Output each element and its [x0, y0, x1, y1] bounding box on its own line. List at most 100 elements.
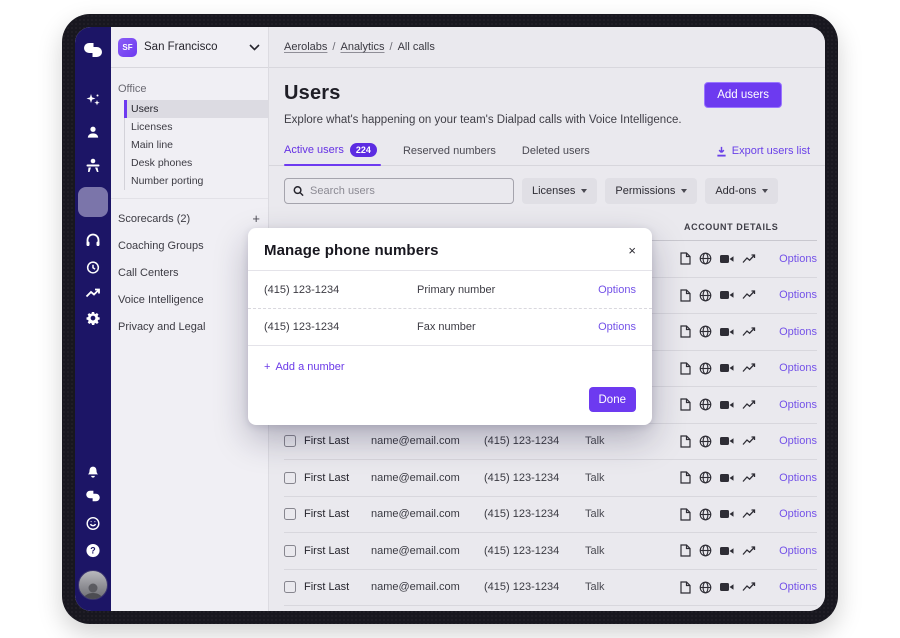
row-checkbox[interactable]	[284, 472, 296, 484]
page-header: Users Explore what's happening on your t…	[269, 68, 825, 126]
row-options-link[interactable]: Options	[779, 508, 817, 520]
trending-icon[interactable]	[85, 287, 101, 299]
add-users-button[interactable]: Add users	[704, 82, 782, 108]
row-checkbox[interactable]	[284, 508, 296, 520]
file-icon	[680, 581, 691, 594]
row-options-link[interactable]: Options	[779, 435, 817, 447]
globe-icon	[699, 581, 712, 594]
front-desk-icon[interactable]	[85, 158, 101, 173]
sidebar-item-privacy-legal[interactable]: Privacy and Legal	[111, 313, 268, 340]
user-name: First Last	[300, 508, 371, 520]
page-subtitle: Explore what's happening on your team's …	[284, 114, 810, 126]
row-options-link[interactable]: Options	[779, 362, 817, 374]
user-email: name@email.com	[371, 581, 484, 593]
modal-title: Manage phone numbers	[264, 242, 628, 259]
user-avatar[interactable]	[78, 570, 108, 600]
video-icon	[720, 436, 734, 446]
row-options-link[interactable]: Options	[779, 289, 817, 301]
tab-deleted-users[interactable]: Deleted users	[522, 145, 590, 165]
row-checkbox[interactable]	[284, 545, 296, 557]
history-icon[interactable]	[86, 260, 101, 275]
account-detail-icons	[680, 362, 756, 375]
svg-text:?: ?	[90, 546, 95, 556]
headset-icon[interactable]	[85, 232, 101, 248]
active-section-indicator[interactable]	[78, 187, 108, 217]
globe-icon	[699, 325, 712, 338]
row-options-link[interactable]: Options	[779, 472, 817, 484]
close-icon[interactable]: ×	[628, 244, 636, 257]
row-checkbox[interactable]	[284, 581, 296, 593]
video-icon	[720, 254, 734, 264]
account-detail-icons	[680, 289, 756, 302]
phone-number-row: (415) 123-1234 Fax number Options	[248, 308, 652, 345]
sidebar-item-desk-phones[interactable]: Desk phones	[125, 154, 268, 172]
row-checkbox[interactable]	[284, 435, 296, 447]
user-license: Talk	[585, 435, 680, 447]
video-icon	[720, 327, 734, 337]
dialpad-small-icon[interactable]	[85, 490, 101, 502]
phone-number-list: (415) 123-1234 Primary number Options (4…	[248, 271, 652, 346]
analytics-icon	[742, 509, 756, 519]
user-email: name@email.com	[371, 472, 484, 484]
row-options-link[interactable]: Options	[779, 326, 817, 338]
sidebar-item-scorecards[interactable]: Scorecards (2) +	[111, 205, 268, 232]
add-number-link[interactable]: + Add a number	[264, 361, 345, 373]
user-name: First Last	[300, 545, 371, 557]
search-users-input[interactable]	[310, 185, 505, 197]
tabs: Active users 224 Reserved numbers Delete…	[269, 142, 825, 166]
video-icon	[720, 546, 734, 556]
licenses-filter-button[interactable]: Licenses	[522, 178, 597, 204]
user-email: name@email.com	[371, 508, 484, 520]
breadcrumb-analytics[interactable]: Analytics	[340, 41, 384, 53]
filter-bar: Licenses Permissions Add-ons	[269, 166, 825, 214]
icon-rail: ?	[75, 27, 111, 611]
user-icon[interactable]	[86, 125, 101, 140]
row-options-link[interactable]: Options	[779, 253, 817, 265]
sidebar-item-coaching-groups[interactable]: Coaching Groups	[111, 232, 268, 259]
add-scorecard-icon[interactable]: +	[252, 212, 260, 225]
breadcrumb-aerolabs[interactable]: Aerolabs	[284, 41, 327, 53]
feedback-smiley-icon[interactable]	[86, 516, 101, 531]
dialpad-logo-icon[interactable]	[83, 42, 103, 58]
tab-active-users[interactable]: Active users 224	[284, 143, 377, 165]
user-name: First Last	[300, 472, 371, 484]
file-icon	[680, 508, 691, 521]
download-icon	[716, 146, 727, 157]
file-icon	[680, 289, 691, 302]
sidebar-item-number-porting[interactable]: Number porting	[125, 172, 268, 190]
export-users-link[interactable]: Export users list	[716, 145, 810, 165]
sidebar-item-voice-intelligence[interactable]: Voice Intelligence	[111, 286, 268, 313]
sidebar-item-call-centers[interactable]: Call Centers	[111, 259, 268, 286]
tab-reserved-numbers[interactable]: Reserved numbers	[403, 145, 496, 165]
sidebar-item-users[interactable]: Users	[125, 100, 268, 118]
user-email: name@email.com	[371, 545, 484, 557]
caret-down-icon	[681, 189, 687, 193]
permissions-filter-button[interactable]: Permissions	[605, 178, 697, 204]
video-icon	[720, 473, 734, 483]
file-icon	[680, 435, 691, 448]
help-icon[interactable]: ?	[86, 543, 101, 558]
sidebar-item-licenses[interactable]: Licenses	[125, 118, 268, 136]
row-options-link[interactable]: Options	[779, 545, 817, 557]
row-options-link[interactable]: Options	[779, 581, 817, 593]
sparkles-icon[interactable]	[85, 92, 101, 108]
globe-icon	[699, 471, 712, 484]
account-detail-icons	[680, 471, 756, 484]
notification-bell-icon[interactable]	[86, 463, 101, 479]
org-name: San Francisco	[144, 41, 249, 53]
addons-filter-button[interactable]: Add-ons	[705, 178, 778, 204]
settings-gear-icon[interactable]	[86, 311, 100, 325]
phone-options-link[interactable]: Options	[598, 321, 636, 333]
video-icon	[720, 582, 734, 592]
phone-options-link[interactable]: Options	[598, 284, 636, 296]
user-name: First Last	[300, 435, 371, 447]
org-switcher[interactable]: SF San Francisco	[111, 27, 268, 68]
row-options-link[interactable]: Options	[779, 399, 817, 411]
search-users-box[interactable]	[284, 178, 514, 204]
sidebar-item-main-line[interactable]: Main line	[125, 136, 268, 154]
globe-icon	[699, 435, 712, 448]
file-icon	[680, 471, 691, 484]
done-button[interactable]: Done	[589, 387, 637, 412]
page: ? SF San Francisco Office	[0, 0, 900, 638]
video-icon	[720, 509, 734, 519]
